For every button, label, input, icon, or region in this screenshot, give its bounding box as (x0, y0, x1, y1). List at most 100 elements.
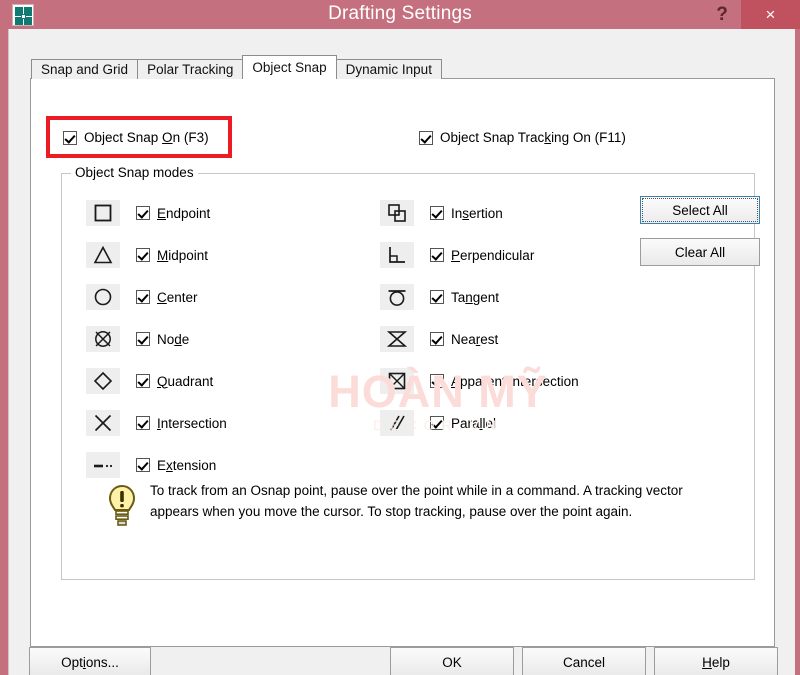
snap-mode-checkbox[interactable] (136, 374, 150, 388)
tip-text: To track from an Osnap point, pause over… (150, 483, 683, 519)
snap-mode-text: Endpoint (157, 205, 211, 221)
extension-dash-icon (86, 452, 120, 478)
snap-mode-text: Perpendicular (451, 247, 535, 263)
snap-mode-text: Nearest (451, 331, 499, 347)
cancel-label: Cancel (562, 654, 606, 670)
tab-label: Object Snap (252, 60, 327, 75)
snap-mode-label-row[interactable]: Extension (136, 458, 216, 473)
snap-mode-row[interactable]: Midpoint (86, 234, 227, 276)
x-cross-icon (86, 410, 120, 436)
object-snap-tab-panel: HOÀN MỸ DECOR.VN Object Snap On (F3) Obj… (30, 78, 775, 647)
snap-mode-checkbox[interactable] (136, 248, 150, 262)
parallel-icon (380, 410, 414, 436)
ok-label: OK (442, 654, 462, 670)
snap-mode-checkbox[interactable] (136, 416, 150, 430)
object-snap-modes-group-title: Object Snap modes (71, 165, 198, 180)
object-snap-tracking-on-checkbox[interactable] (419, 130, 433, 145)
snap-mode-row[interactable]: Apparent intersection (380, 360, 579, 402)
tab-object-snap[interactable]: Object Snap (242, 55, 337, 79)
snap-mode-row[interactable]: Nearest (380, 318, 579, 360)
tip-area: To track from an Osnap point, pause over… (94, 480, 710, 530)
snap-mode-text: Midpoint (157, 247, 209, 263)
snap-mode-text: Tangent (451, 289, 500, 305)
help-button[interactable]: Help (654, 647, 778, 675)
options-button[interactable]: Options... (29, 647, 151, 675)
snap-mode-text: Node (157, 331, 190, 347)
ok-button[interactable]: OK (390, 647, 514, 675)
snap-modes-right-column: Insertion Perpendicular Tangent Nearest Appa… (380, 192, 579, 444)
dialog-button-bar: Options... OK Cancel Help (9, 647, 796, 675)
node-crossed-circle-icon (86, 326, 120, 352)
titlebar-help-button[interactable]: ? (703, 0, 741, 29)
clear-all-button[interactable]: Clear All (640, 238, 760, 266)
object-snap-tracking-on-checkbox-row[interactable]: Object Snap Tracking On (F11) (419, 130, 626, 145)
tab-strip: Snap and Grid Polar Tracking Object Snap Dy… (31, 55, 442, 79)
snap-mode-row[interactable]: Intersection (86, 402, 227, 444)
snap-mode-label-row[interactable]: Midpoint (136, 248, 208, 263)
object-snap-tracking-on-label: Object Snap Tracking On (F11) (440, 130, 626, 145)
perpendicular-icon (380, 242, 414, 268)
snap-mode-text: Extension (157, 457, 217, 473)
snap-mode-row[interactable]: Insertion (380, 192, 579, 234)
snap-mode-row[interactable]: Perpendicular (380, 234, 579, 276)
snap-mode-row[interactable]: Center (86, 276, 227, 318)
tangent-icon (380, 284, 414, 310)
clear-all-label: Clear All (674, 244, 726, 260)
snap-mode-label-row[interactable]: Insertion (430, 206, 503, 221)
snap-mode-checkbox[interactable] (430, 290, 444, 304)
apparent-intersection-icon (380, 368, 414, 394)
close-button[interactable]: × (741, 0, 800, 29)
window-title: Drafting Settings (328, 3, 472, 24)
tab-label: Snap and Grid (41, 62, 129, 77)
snap-mode-checkbox[interactable] (430, 206, 444, 220)
square-icon (86, 200, 120, 226)
snap-mode-row[interactable]: Node (86, 318, 227, 360)
snap-mode-text: Center (157, 289, 198, 305)
snap-mode-text: Apparent intersection (451, 373, 579, 389)
snap-mode-text: Parallel (451, 415, 497, 431)
tab-label: Dynamic Input (345, 62, 432, 77)
snap-mode-label-row[interactable]: Center (136, 290, 198, 305)
tab-polar-tracking[interactable]: Polar Tracking (137, 59, 244, 79)
snap-mode-row[interactable]: Parallel (380, 402, 579, 444)
snap-mode-checkbox[interactable] (136, 290, 150, 304)
snap-mode-checkbox[interactable] (136, 332, 150, 346)
snap-mode-text: Insertion (451, 205, 503, 221)
snap-mode-text: Quadrant (157, 373, 214, 389)
tab-dynamic-input[interactable]: Dynamic Input (335, 59, 442, 79)
snap-mode-label-row[interactable]: Perpendicular (430, 248, 534, 263)
snap-mode-label-row[interactable]: Nearest (430, 332, 498, 347)
snap-mode-label-row[interactable]: Node (136, 332, 189, 347)
triangle-icon (86, 242, 120, 268)
object-snap-modes-group: Object Snap modes Endpoint Midpoint Center… (61, 165, 760, 580)
title-bar: Drafting Settings ? × (0, 0, 800, 29)
snap-mode-row[interactable]: Tangent (380, 276, 579, 318)
autocad-icon (12, 3, 34, 26)
snap-mode-label-row[interactable]: Quadrant (136, 374, 213, 389)
snap-mode-label-row[interactable]: Parallel (430, 416, 496, 431)
snap-mode-checkbox[interactable] (430, 374, 444, 388)
snap-mode-label-row[interactable]: Apparent intersection (430, 374, 579, 389)
snap-mode-checkbox[interactable] (430, 332, 444, 346)
snap-mode-row[interactable]: Quadrant (86, 360, 227, 402)
snap-mode-checkbox[interactable] (430, 248, 444, 262)
circle-icon (86, 284, 120, 310)
nearest-bowtie-icon (380, 326, 414, 352)
snap-mode-label-row[interactable]: Endpoint (136, 206, 210, 221)
tab-snap-and-grid[interactable]: Snap and Grid (31, 59, 139, 79)
help-label: Help (702, 654, 730, 670)
snap-mode-label-row[interactable]: Intersection (136, 416, 227, 431)
snap-mode-label-row[interactable]: Tangent (430, 290, 499, 305)
snap-mode-checkbox[interactable] (430, 416, 444, 430)
snap-mode-checkbox[interactable] (136, 458, 150, 472)
insertion-icon (380, 200, 414, 226)
cancel-button[interactable]: Cancel (522, 647, 646, 675)
snap-modes-left-column: Endpoint Midpoint Center Node Quadrant Inters… (86, 192, 227, 486)
select-all-button[interactable]: Select All (640, 196, 760, 224)
dialog-frame: Snap and Grid Polar Tracking Object Snap Dy… (8, 29, 795, 675)
snap-mode-checkbox[interactable] (136, 206, 150, 220)
highlight-annotation-box (46, 116, 232, 158)
snap-mode-row[interactable]: Endpoint (86, 192, 227, 234)
tab-label: Polar Tracking (147, 62, 234, 77)
options-label: Options... (61, 654, 119, 670)
